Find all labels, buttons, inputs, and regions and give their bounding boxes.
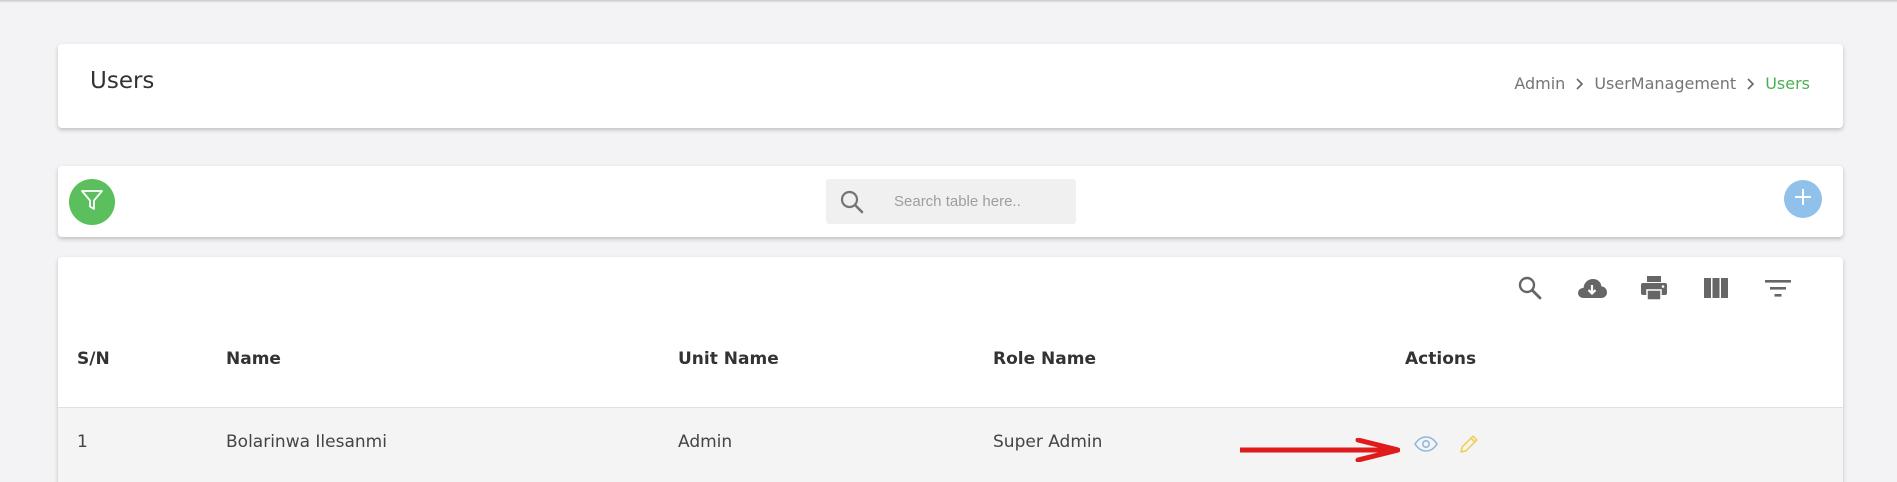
- view-button[interactable]: [1413, 433, 1439, 459]
- table-search-button[interactable]: [1514, 274, 1546, 306]
- filter-icon: [79, 187, 105, 217]
- page-title: Users: [90, 68, 155, 94]
- filter-list-icon: [1764, 277, 1792, 303]
- table-search: [826, 179, 1076, 224]
- eye-icon: [1414, 436, 1438, 456]
- top-shadow: [0, 0, 1897, 3]
- cell-sn: 1: [77, 432, 88, 452]
- column-header-unit-name[interactable]: Unit Name: [678, 349, 779, 369]
- pencil-icon: [1458, 433, 1480, 459]
- cell-name: Bolarinwa Ilesanmi: [226, 432, 387, 452]
- download-button[interactable]: [1576, 274, 1608, 306]
- users-table: S/N Name Unit Name Role Name Actions 1 B…: [58, 257, 1843, 482]
- columns-icon: [1703, 277, 1729, 303]
- search-icon: [839, 189, 865, 219]
- edit-button[interactable]: [1456, 433, 1482, 459]
- chevron-right-icon: [1575, 77, 1584, 90]
- column-header-name[interactable]: Name: [226, 349, 281, 369]
- cell-role-name: Super Admin: [993, 432, 1103, 452]
- breadcrumb-users: Users: [1765, 74, 1810, 93]
- chevron-right-icon: [1746, 77, 1755, 90]
- table-row: 1 Bolarinwa Ilesanmi Admin Super Admin: [58, 407, 1843, 482]
- plus-icon: [1793, 187, 1813, 211]
- cloud-download-icon: [1576, 276, 1608, 304]
- breadcrumb-user-management[interactable]: UserManagement: [1594, 74, 1736, 93]
- annotation-arrow-icon: [1240, 438, 1400, 462]
- search-input[interactable]: [894, 190, 1064, 212]
- column-header-actions: Actions: [1405, 349, 1477, 369]
- filter-button[interactable]: [69, 179, 115, 225]
- search-icon: [1517, 275, 1543, 305]
- print-icon: [1640, 275, 1668, 305]
- breadcrumb: Admin UserManagement Users: [1514, 74, 1810, 93]
- table-toolbar: [58, 166, 1843, 237]
- column-header-role-name[interactable]: Role Name: [993, 349, 1096, 369]
- print-button[interactable]: [1638, 274, 1670, 306]
- columns-button[interactable]: [1700, 274, 1732, 306]
- cell-unit-name: Admin: [678, 432, 733, 452]
- filter-list-button[interactable]: [1762, 274, 1794, 306]
- breadcrumb-admin[interactable]: Admin: [1514, 74, 1565, 93]
- add-user-button[interactable]: [1784, 180, 1822, 218]
- column-header-sn[interactable]: S/N: [77, 349, 110, 369]
- page-header: Users Admin UserManagement Users: [58, 44, 1843, 128]
